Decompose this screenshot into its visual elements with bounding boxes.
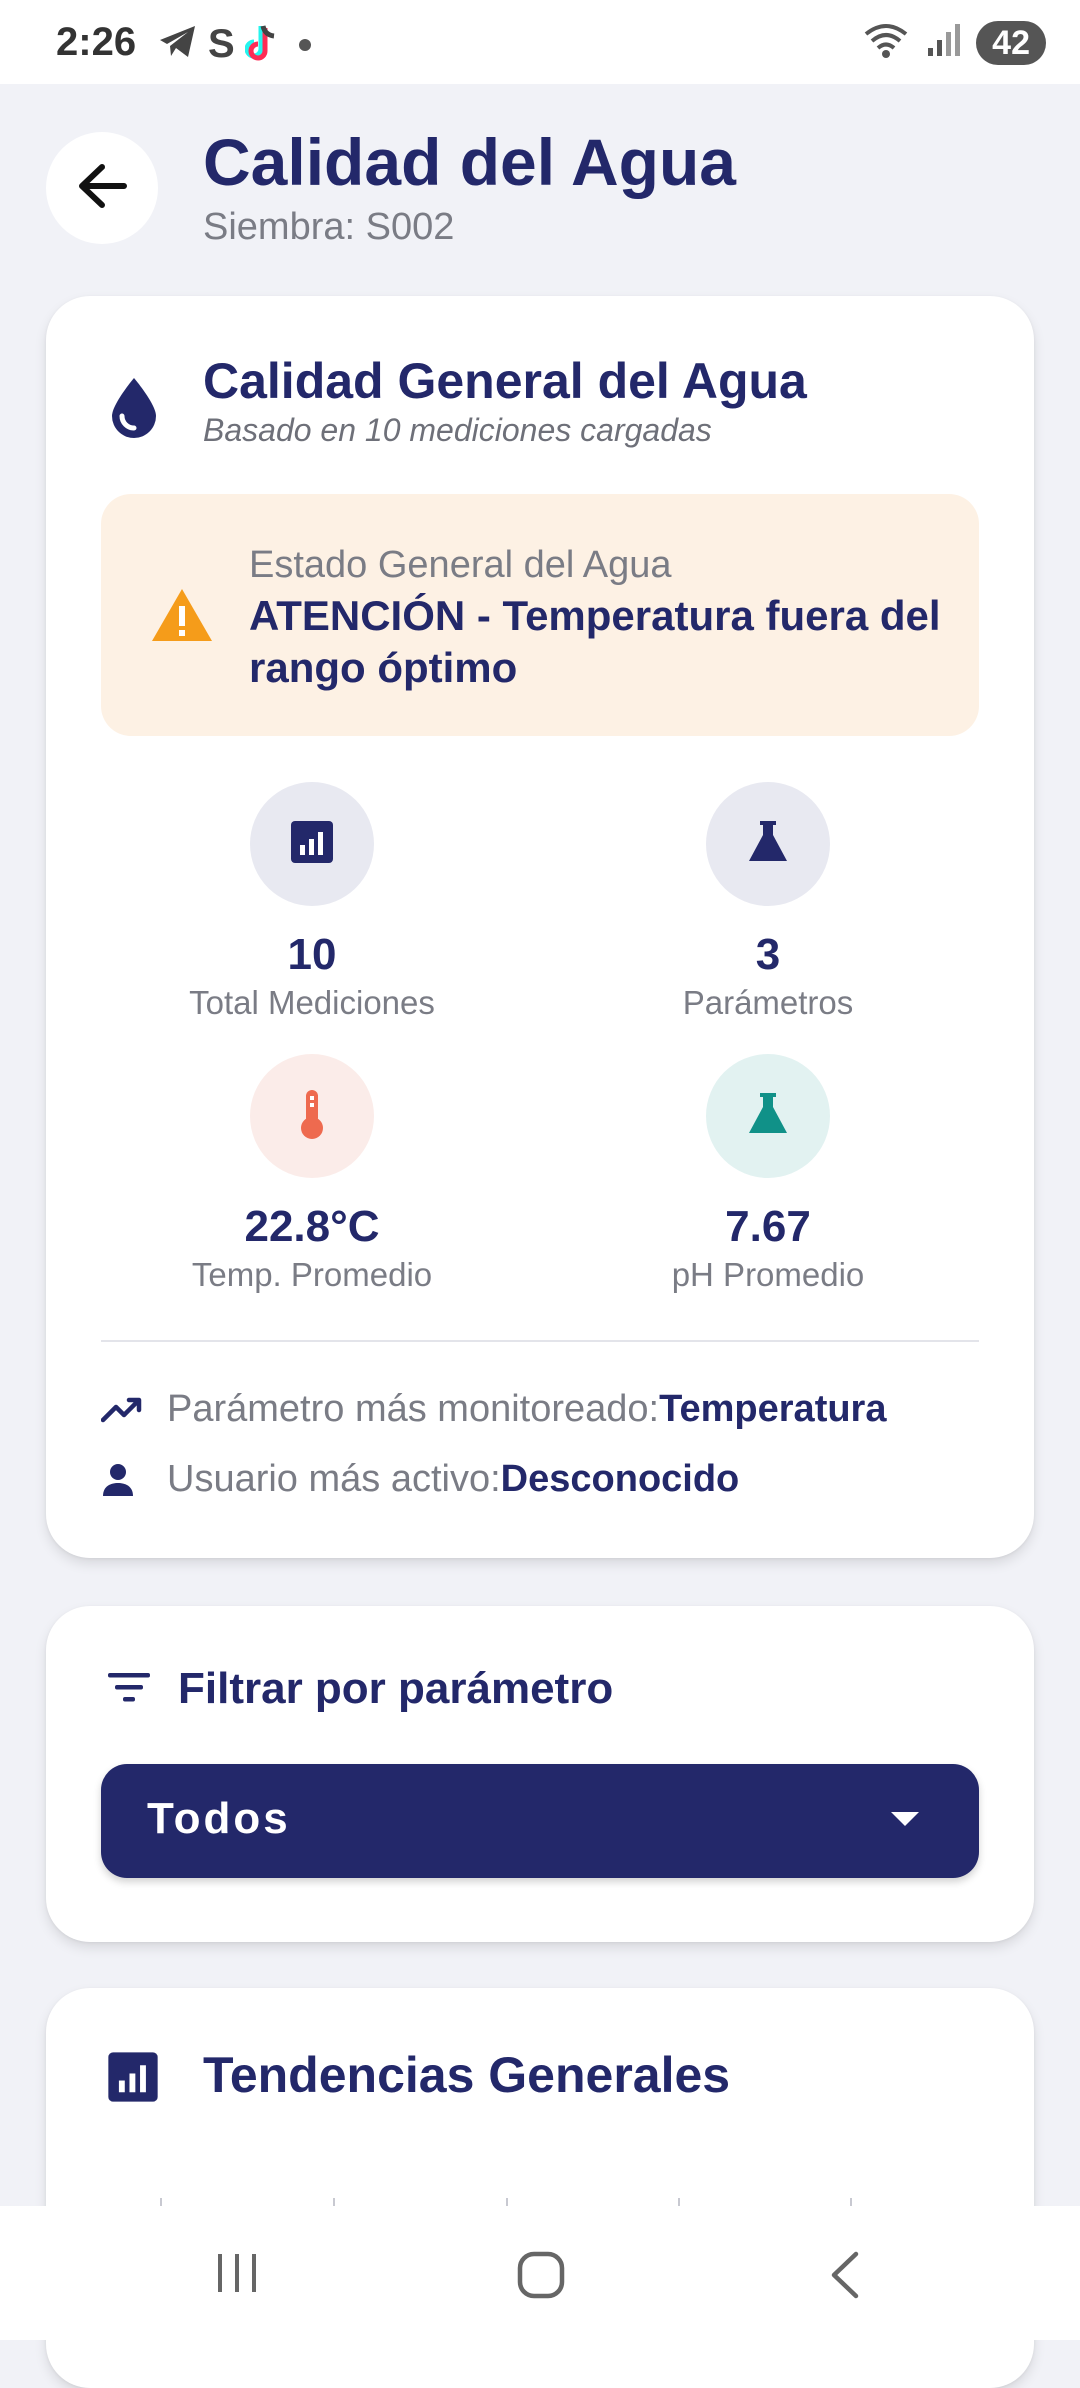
system-nav-bar xyxy=(0,2206,1080,2340)
dropdown-selected-value: Todos xyxy=(147,1794,291,1843)
most-monitored-label: Parámetro más monitoreado: xyxy=(167,1388,660,1430)
telegram-icon xyxy=(158,24,198,65)
stat-label: Temp. Promedio xyxy=(191,1256,433,1293)
stat-label: Total Mediciones xyxy=(189,984,435,1021)
home-button[interactable] xyxy=(516,2250,566,2305)
trends-title: Tendencias Generales xyxy=(203,2047,731,2103)
most-monitored-row: Parámetro más monitoreado: Temperatura xyxy=(101,1388,886,1431)
wifi-icon xyxy=(862,20,910,65)
recent-apps-icon xyxy=(214,2250,260,2301)
stat-avg-temperature: 22.8°C Temp. Promedio xyxy=(162,1054,462,1294)
page-subtitle: Siembra: S002 xyxy=(203,206,455,248)
divider xyxy=(101,1340,979,1342)
water-drop-icon xyxy=(106,374,162,443)
status-time: 2:26 xyxy=(56,20,137,64)
stat-icon-circle xyxy=(250,1054,374,1178)
alert-text: ATENCIÓN - Temperatura fuera del rango ó… xyxy=(249,592,941,691)
most-monitored-value: Temperatura xyxy=(659,1388,887,1430)
trending-up-icon xyxy=(101,1396,147,1424)
bar-chart-icon xyxy=(106,2050,160,2109)
s-icon: S xyxy=(208,22,235,66)
chevron-down-icon xyxy=(891,1812,919,1826)
stat-avg-ph: 7.67 pH Promedio xyxy=(618,1054,918,1294)
stat-label: Parámetros xyxy=(682,984,854,1021)
stat-value: 7.67 xyxy=(725,1202,811,1251)
general-quality-card: Calidad General del Agua Basado en 10 me… xyxy=(46,296,1034,1558)
stat-total-measurements: 10 Total Mediciones xyxy=(162,782,462,1022)
status-notification-icons: S xyxy=(158,22,311,67)
thermometer-icon xyxy=(297,1088,327,1145)
general-quality-subtitle: Basado en 10 mediciones cargadas xyxy=(203,412,712,448)
arrow-left-icon xyxy=(76,163,128,214)
general-quality-title: Calidad General del Agua xyxy=(203,353,807,409)
filter-header: Filtrar por parámetro xyxy=(106,1664,613,1714)
stat-value: 10 xyxy=(287,930,337,979)
battery-icon: 42 xyxy=(976,20,1046,65)
most-active-row: Usuario más activo: Desconocido xyxy=(101,1458,739,1501)
water-status-alert: Estado General del Agua ATENCIÓN - Tempe… xyxy=(101,494,979,736)
system-back-button[interactable] xyxy=(826,2250,862,2305)
stat-parameters: 3 Parámetros xyxy=(618,782,918,1022)
warning-icon xyxy=(149,586,215,649)
stat-value: 22.8°C xyxy=(244,1202,380,1251)
filter-card: Filtrar por parámetro Todos xyxy=(46,1606,1034,1942)
recent-apps-button[interactable] xyxy=(214,2250,260,2301)
most-active-value: Desconocido xyxy=(500,1458,740,1500)
most-active-label: Usuario más activo: xyxy=(167,1458,501,1500)
stat-label: pH Promedio xyxy=(671,1256,865,1293)
stat-value: 3 xyxy=(755,930,781,979)
dot-icon xyxy=(298,38,311,51)
stat-icon-circle xyxy=(706,1054,830,1178)
tiktok-icon xyxy=(244,22,279,67)
bar-chart-icon xyxy=(289,819,335,870)
alert-label: Estado General del Agua xyxy=(249,544,672,586)
status-bar: 2:26 S 42 xyxy=(0,0,1080,84)
status-system-icons: 42 xyxy=(862,20,1046,65)
stat-icon-circle xyxy=(250,782,374,906)
flask-icon xyxy=(747,1091,789,1142)
home-icon xyxy=(516,2250,566,2305)
filter-icon xyxy=(106,1670,152,1709)
page-title: Calidad del Agua xyxy=(203,125,736,199)
back-button[interactable] xyxy=(46,132,158,244)
parameter-dropdown[interactable]: Todos xyxy=(101,1764,979,1878)
flask-icon xyxy=(747,819,789,870)
signal-icon xyxy=(926,22,961,63)
filter-title: Filtrar por parámetro xyxy=(178,1664,614,1713)
chevron-left-icon xyxy=(826,2250,862,2305)
person-icon xyxy=(101,1462,147,1498)
stat-icon-circle xyxy=(706,782,830,906)
